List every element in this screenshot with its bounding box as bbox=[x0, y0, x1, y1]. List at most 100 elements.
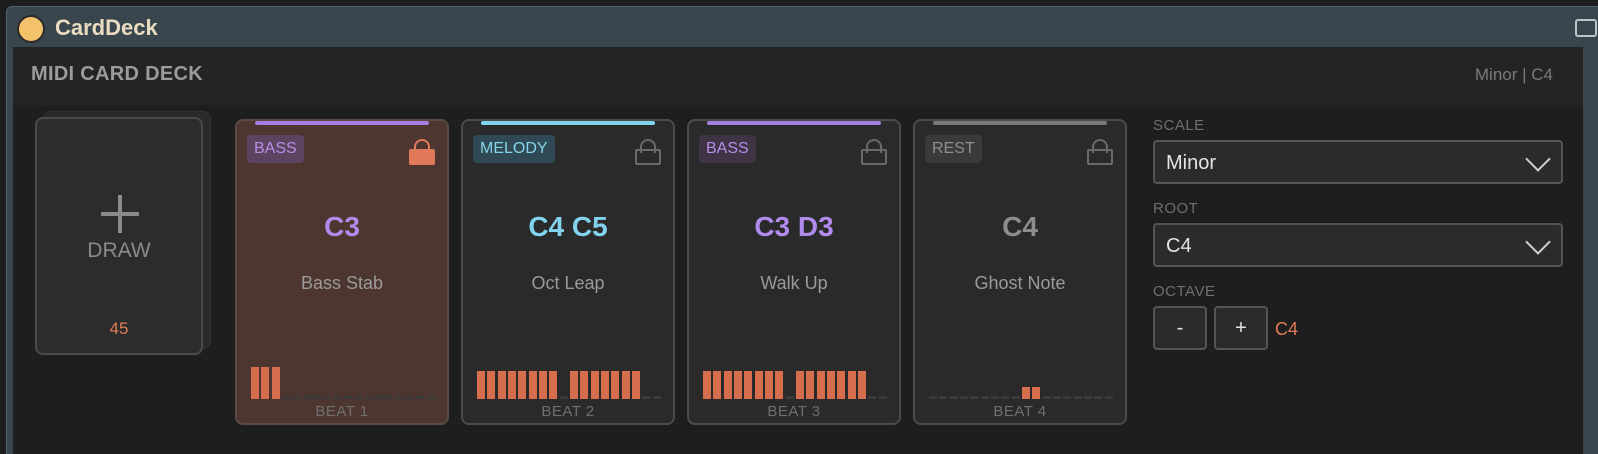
step-cell[interactable] bbox=[642, 396, 651, 399]
step-cell[interactable] bbox=[580, 371, 589, 399]
root-select[interactable]: C4 bbox=[1153, 223, 1563, 267]
step-cell[interactable] bbox=[806, 371, 815, 399]
step-cell[interactable] bbox=[796, 371, 804, 399]
card-name: Oct Leap bbox=[531, 273, 605, 293]
step-cell[interactable] bbox=[1032, 387, 1041, 399]
step-cell[interactable] bbox=[703, 371, 711, 399]
step-cell[interactable] bbox=[323, 396, 332, 399]
step-cell[interactable] bbox=[426, 396, 435, 399]
window-menu-icon[interactable] bbox=[1575, 19, 1597, 37]
step-cell[interactable] bbox=[837, 371, 846, 399]
card-color-bar bbox=[933, 121, 1107, 125]
step-cell[interactable] bbox=[395, 396, 404, 399]
step-cell[interactable] bbox=[991, 396, 999, 399]
step-cell[interactable] bbox=[477, 371, 485, 399]
step-cell[interactable] bbox=[364, 396, 373, 399]
step-cell[interactable] bbox=[1073, 396, 1082, 399]
step-cell[interactable] bbox=[1094, 396, 1103, 399]
step-cell[interactable] bbox=[375, 396, 383, 399]
step-cell[interactable] bbox=[518, 371, 527, 399]
step-cell[interactable] bbox=[652, 396, 661, 399]
draw-deck-button[interactable]: DRAW 45 bbox=[35, 117, 203, 355]
step-cell[interactable] bbox=[775, 371, 784, 399]
step-cell[interactable] bbox=[354, 396, 363, 399]
step-cell[interactable] bbox=[539, 371, 547, 399]
step-cell[interactable] bbox=[302, 396, 311, 399]
step-cell[interactable] bbox=[313, 396, 321, 399]
chevron-down-icon bbox=[1525, 229, 1551, 255]
step-cell[interactable] bbox=[827, 371, 835, 399]
lock-icon[interactable] bbox=[861, 139, 887, 165]
step-cell[interactable] bbox=[878, 396, 887, 399]
step-cell[interactable] bbox=[754, 371, 763, 399]
step-cell[interactable] bbox=[251, 367, 259, 399]
card-tag: REST bbox=[925, 135, 982, 163]
step-cell[interactable] bbox=[734, 371, 742, 399]
step-cell[interactable] bbox=[868, 396, 877, 399]
octave-label: OCTAVE bbox=[1153, 283, 1216, 300]
step-cell[interactable] bbox=[970, 396, 979, 399]
step-cell[interactable] bbox=[723, 371, 732, 399]
step-cell[interactable] bbox=[1063, 396, 1072, 399]
step-cell[interactable] bbox=[344, 396, 352, 399]
step-cell[interactable] bbox=[611, 371, 620, 399]
card-3[interactable]: BASS C3 D3 Walk Up BEAT 3 bbox=[687, 119, 901, 425]
step-cell[interactable] bbox=[1011, 396, 1020, 399]
card-notes: C3 bbox=[324, 211, 360, 242]
step-cell[interactable] bbox=[632, 371, 640, 399]
card-notes: C3 D3 bbox=[754, 211, 834, 242]
step-cell[interactable] bbox=[621, 371, 630, 399]
lock-icon[interactable] bbox=[635, 139, 661, 165]
step-cell[interactable] bbox=[1001, 396, 1010, 399]
step-cell[interactable] bbox=[559, 396, 568, 399]
step-cell[interactable] bbox=[333, 396, 342, 399]
step-cell[interactable] bbox=[949, 396, 958, 399]
step-cell[interactable] bbox=[497, 371, 506, 399]
step-cell[interactable] bbox=[858, 371, 866, 399]
app-window: CardDeck MIDI CARD DECK Minor | C4 DRAW … bbox=[6, 6, 1598, 454]
card-1[interactable]: BASS C3 Bass Stab BEAT 1 bbox=[235, 119, 449, 425]
step-cell[interactable] bbox=[528, 371, 537, 399]
card-tag: BASS bbox=[699, 135, 756, 163]
step-cell[interactable] bbox=[1084, 396, 1092, 399]
step-cell[interactable] bbox=[713, 371, 722, 399]
step-cell[interactable] bbox=[487, 371, 496, 399]
step-cell[interactable] bbox=[960, 396, 968, 399]
step-cell[interactable] bbox=[785, 396, 794, 399]
step-cell[interactable] bbox=[406, 396, 414, 399]
octave-down-button[interactable]: - bbox=[1153, 306, 1207, 350]
step-cell[interactable] bbox=[282, 396, 290, 399]
step-cell[interactable] bbox=[939, 396, 948, 399]
card-color-bar bbox=[707, 121, 881, 125]
step-cell[interactable] bbox=[508, 371, 516, 399]
step-cell[interactable] bbox=[601, 371, 609, 399]
step-cell[interactable] bbox=[980, 396, 989, 399]
step-cell[interactable] bbox=[1104, 396, 1113, 399]
octave-up-button[interactable]: + bbox=[1214, 306, 1268, 350]
card-2[interactable]: MELODY C4 C5 Oct Leap BEAT 2 bbox=[461, 119, 675, 425]
scale-select[interactable]: Minor bbox=[1153, 140, 1563, 184]
step-cell[interactable] bbox=[1042, 396, 1051, 399]
step-cell[interactable] bbox=[549, 371, 558, 399]
step-cell[interactable] bbox=[929, 396, 937, 399]
step-cell[interactable] bbox=[1022, 387, 1030, 399]
step-cell[interactable] bbox=[816, 371, 825, 399]
step-cell[interactable] bbox=[1053, 396, 1061, 399]
card-4[interactable]: REST C4 Ghost Note BEAT 4 bbox=[913, 119, 1127, 425]
plus-icon bbox=[101, 195, 139, 233]
step-cell[interactable] bbox=[765, 371, 773, 399]
step-cell[interactable] bbox=[744, 371, 753, 399]
step-cell[interactable] bbox=[570, 371, 578, 399]
app-icon[interactable] bbox=[17, 15, 45, 43]
root-label: ROOT bbox=[1153, 200, 1199, 217]
step-cell[interactable] bbox=[590, 371, 599, 399]
step-cell[interactable] bbox=[847, 371, 856, 399]
step-cell[interactable] bbox=[385, 396, 394, 399]
step-cell[interactable] bbox=[261, 367, 270, 399]
lock-icon[interactable] bbox=[1087, 139, 1113, 165]
card-name: Walk Up bbox=[760, 273, 828, 293]
step-cell[interactable] bbox=[292, 396, 301, 399]
step-cell[interactable] bbox=[416, 396, 425, 399]
step-cell[interactable] bbox=[271, 367, 280, 399]
lock-icon[interactable] bbox=[409, 139, 435, 165]
